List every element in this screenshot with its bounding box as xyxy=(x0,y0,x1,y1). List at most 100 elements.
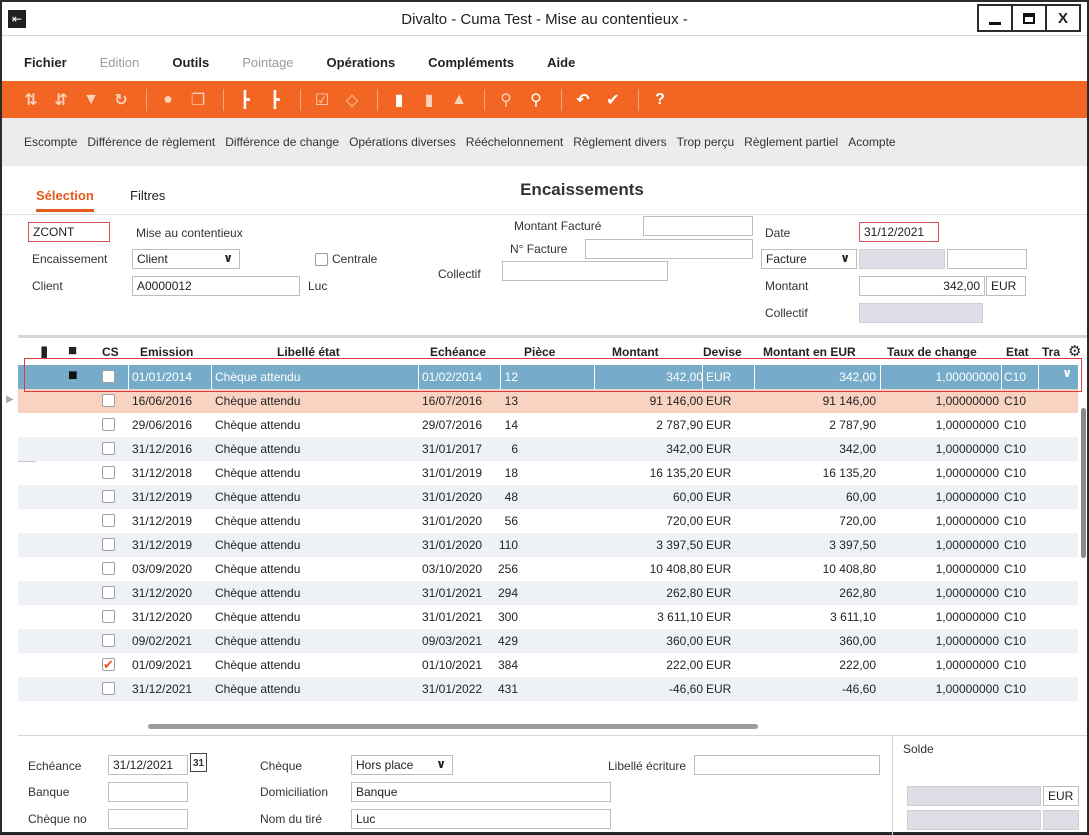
action-reglement-partiel[interactable]: Règlement partiel xyxy=(744,135,838,149)
help-icon[interactable]: ? xyxy=(647,88,673,112)
sort-asc-icon[interactable]: ⇅ xyxy=(18,88,44,112)
menu-outils[interactable]: Outils xyxy=(172,55,209,70)
date-field[interactable]: 31/12/2021 xyxy=(859,222,939,242)
centrale-checkbox[interactable] xyxy=(315,253,328,266)
col-emission[interactable]: Emission xyxy=(140,345,193,359)
type-extra-field-2[interactable] xyxy=(947,249,1027,269)
domiciliation-field[interactable]: Banque xyxy=(351,782,611,802)
tree-add-icon[interactable]: ┣ xyxy=(262,88,288,112)
col-tra[interactable]: Tra xyxy=(1042,345,1060,359)
no-facture-field[interactable] xyxy=(585,239,753,259)
cs-checkbox[interactable] xyxy=(102,562,115,575)
libelle-ecriture-field[interactable] xyxy=(694,755,880,775)
undo-icon[interactable]: ↶ xyxy=(570,88,596,112)
table-row[interactable]: 31/12/2019 Chèque attendu 31/01/2020 110 3 3… xyxy=(18,533,1078,557)
type-select[interactable]: Facture xyxy=(761,249,857,269)
menu-aide[interactable]: Aide xyxy=(547,55,575,70)
table-row[interactable]: ▶ 16/06/2016 Chèque attendu 16/07/2016 13 91 … xyxy=(6,389,1078,413)
col-echeance[interactable]: Echéance xyxy=(430,345,486,359)
action-reglement-divers[interactable]: Règlement divers xyxy=(573,135,666,149)
cs-checkbox[interactable] xyxy=(102,490,115,503)
eraser-icon[interactable]: ◇ xyxy=(339,88,365,112)
client-field[interactable]: A0000012 xyxy=(132,276,300,296)
cs-checkbox[interactable]: ✔ xyxy=(102,658,115,671)
cheque-no-field[interactable] xyxy=(108,809,188,829)
cs-checkbox[interactable] xyxy=(102,682,115,695)
cs-checkbox[interactable] xyxy=(102,634,115,647)
col-montant-eur[interactable]: Montant en EUR xyxy=(763,345,856,359)
calendar-icon[interactable]: 31 xyxy=(190,753,207,772)
action-reechelonnement[interactable]: Rééchelonnement xyxy=(466,135,563,149)
document-icon[interactable]: ▮ xyxy=(386,88,412,112)
echeance-field[interactable]: 31/12/2021 xyxy=(108,755,188,775)
action-difference-change[interactable]: Différence de change xyxy=(225,135,339,149)
maximize-button[interactable] xyxy=(1011,4,1047,32)
montant-facture-field[interactable] xyxy=(643,216,753,236)
table-row[interactable]: 09/02/2021 Chèque attendu 09/03/2021 429 360… xyxy=(18,629,1078,653)
table-row[interactable]: 03/09/2020 Chèque attendu 03/10/2020 256 10 … xyxy=(18,557,1078,581)
col-montant[interactable]: Montant xyxy=(612,345,659,359)
hierarchy-icon[interactable]: ▲ xyxy=(446,88,472,112)
filter-icon[interactable]: ▼ xyxy=(78,88,104,112)
check-box-icon[interactable]: ☑ xyxy=(309,88,335,112)
action-escompte[interactable]: Escompte xyxy=(24,135,77,149)
solde-field-2 xyxy=(907,810,1041,830)
copy-icon[interactable]: ❐ xyxy=(185,88,211,112)
cs-checkbox[interactable] xyxy=(102,466,115,479)
col-piece[interactable]: Pièce xyxy=(524,345,555,359)
action-difference-reglement[interactable]: Différence de règlement xyxy=(87,135,215,149)
validate-icon[interactable]: ✔ xyxy=(600,88,626,112)
currency-field[interactable]: EUR xyxy=(986,276,1026,296)
montant-field[interactable]: 342,00 xyxy=(859,276,985,296)
cs-checkbox[interactable] xyxy=(102,538,115,551)
cs-checkbox[interactable] xyxy=(102,610,115,623)
cheque-select[interactable]: Hors place xyxy=(351,755,453,775)
cs-checkbox[interactable] xyxy=(102,514,115,527)
date-label: Date xyxy=(765,226,791,240)
search-icon[interactable]: ⚲ xyxy=(493,88,519,112)
encaissement-select[interactable]: Client xyxy=(132,249,240,269)
lock-icon[interactable]: ■ xyxy=(68,342,77,359)
col-devise[interactable]: Devise xyxy=(703,345,742,359)
table-row[interactable]: 31/12/2021 Chèque attendu 31/01/2022 431 -46… xyxy=(18,677,1078,701)
menu-edition[interactable]: Edition xyxy=(100,55,140,70)
action-trop-percu[interactable]: Trop perçu xyxy=(677,135,735,149)
action-operations-diverses[interactable]: Opérations diverses xyxy=(349,135,456,149)
table-row[interactable]: 29/06/2016 Chèque attendu 29/07/2016 14 2 78… xyxy=(18,413,1078,437)
table-row[interactable]: 31/12/2018 Chèque attendu 31/01/2019 18 16 1… xyxy=(18,461,1078,485)
cs-checkbox[interactable] xyxy=(102,418,115,431)
refresh-icon[interactable]: ↻ xyxy=(108,88,134,112)
cs-checkbox[interactable] xyxy=(102,586,115,599)
nom-tire-field[interactable]: Luc xyxy=(351,809,611,829)
minimize-button[interactable] xyxy=(977,4,1013,32)
table-row[interactable]: 31/12/2019 Chèque attendu 31/01/2020 56 720,… xyxy=(18,509,1078,533)
table-row[interactable]: 31/12/2020 Chèque attendu 31/01/2021 294 262… xyxy=(18,581,1078,605)
menu-pointage[interactable]: Pointage xyxy=(242,55,293,70)
col-cs[interactable]: CS xyxy=(102,345,119,359)
menu-complements[interactable]: Compléments xyxy=(428,55,514,70)
cs-checkbox[interactable] xyxy=(102,394,115,407)
table-row[interactable]: 31/12/2019 Chèque attendu 31/01/2020 48 60,0… xyxy=(18,485,1078,509)
table-row[interactable]: ✔ 01/09/2021 Chèque attendu 01/10/2021 384 22… xyxy=(18,653,1078,677)
menu-fichier[interactable]: Fichier xyxy=(24,55,67,70)
cs-checkbox[interactable] xyxy=(102,442,115,455)
action-acompte[interactable]: Acompte xyxy=(848,135,895,149)
banque-field[interactable] xyxy=(108,782,188,802)
col-libelle-etat[interactable]: Libellé état xyxy=(277,345,340,359)
close-button[interactable]: X xyxy=(1045,4,1081,32)
col-etat[interactable]: Etat xyxy=(1006,345,1029,359)
vertical-scrollbar[interactable] xyxy=(1079,388,1087,733)
tree-icon[interactable]: ┣ xyxy=(232,88,258,112)
collectif-field[interactable] xyxy=(502,261,668,281)
col-taux-change[interactable]: Taux de change xyxy=(887,345,977,359)
type-extra-field-1 xyxy=(859,249,945,269)
horizontal-scrollbar[interactable] xyxy=(148,724,758,729)
search-add-icon[interactable]: ⚲ xyxy=(523,88,549,112)
group-icon[interactable]: ● xyxy=(155,88,181,112)
table-row[interactable]: 31/12/2016 Chèque attendu 31/01/2017 6 342,0… xyxy=(18,437,1078,461)
code-field[interactable]: ZCONT xyxy=(28,222,110,242)
menu-operations[interactable]: Opérations xyxy=(327,55,396,70)
sort-desc-icon[interactable]: ⇵ xyxy=(48,88,74,112)
document-add-icon[interactable]: ▮ xyxy=(416,88,442,112)
table-row[interactable]: 31/12/2020 Chèque attendu 31/01/2021 300 3 6… xyxy=(18,605,1078,629)
